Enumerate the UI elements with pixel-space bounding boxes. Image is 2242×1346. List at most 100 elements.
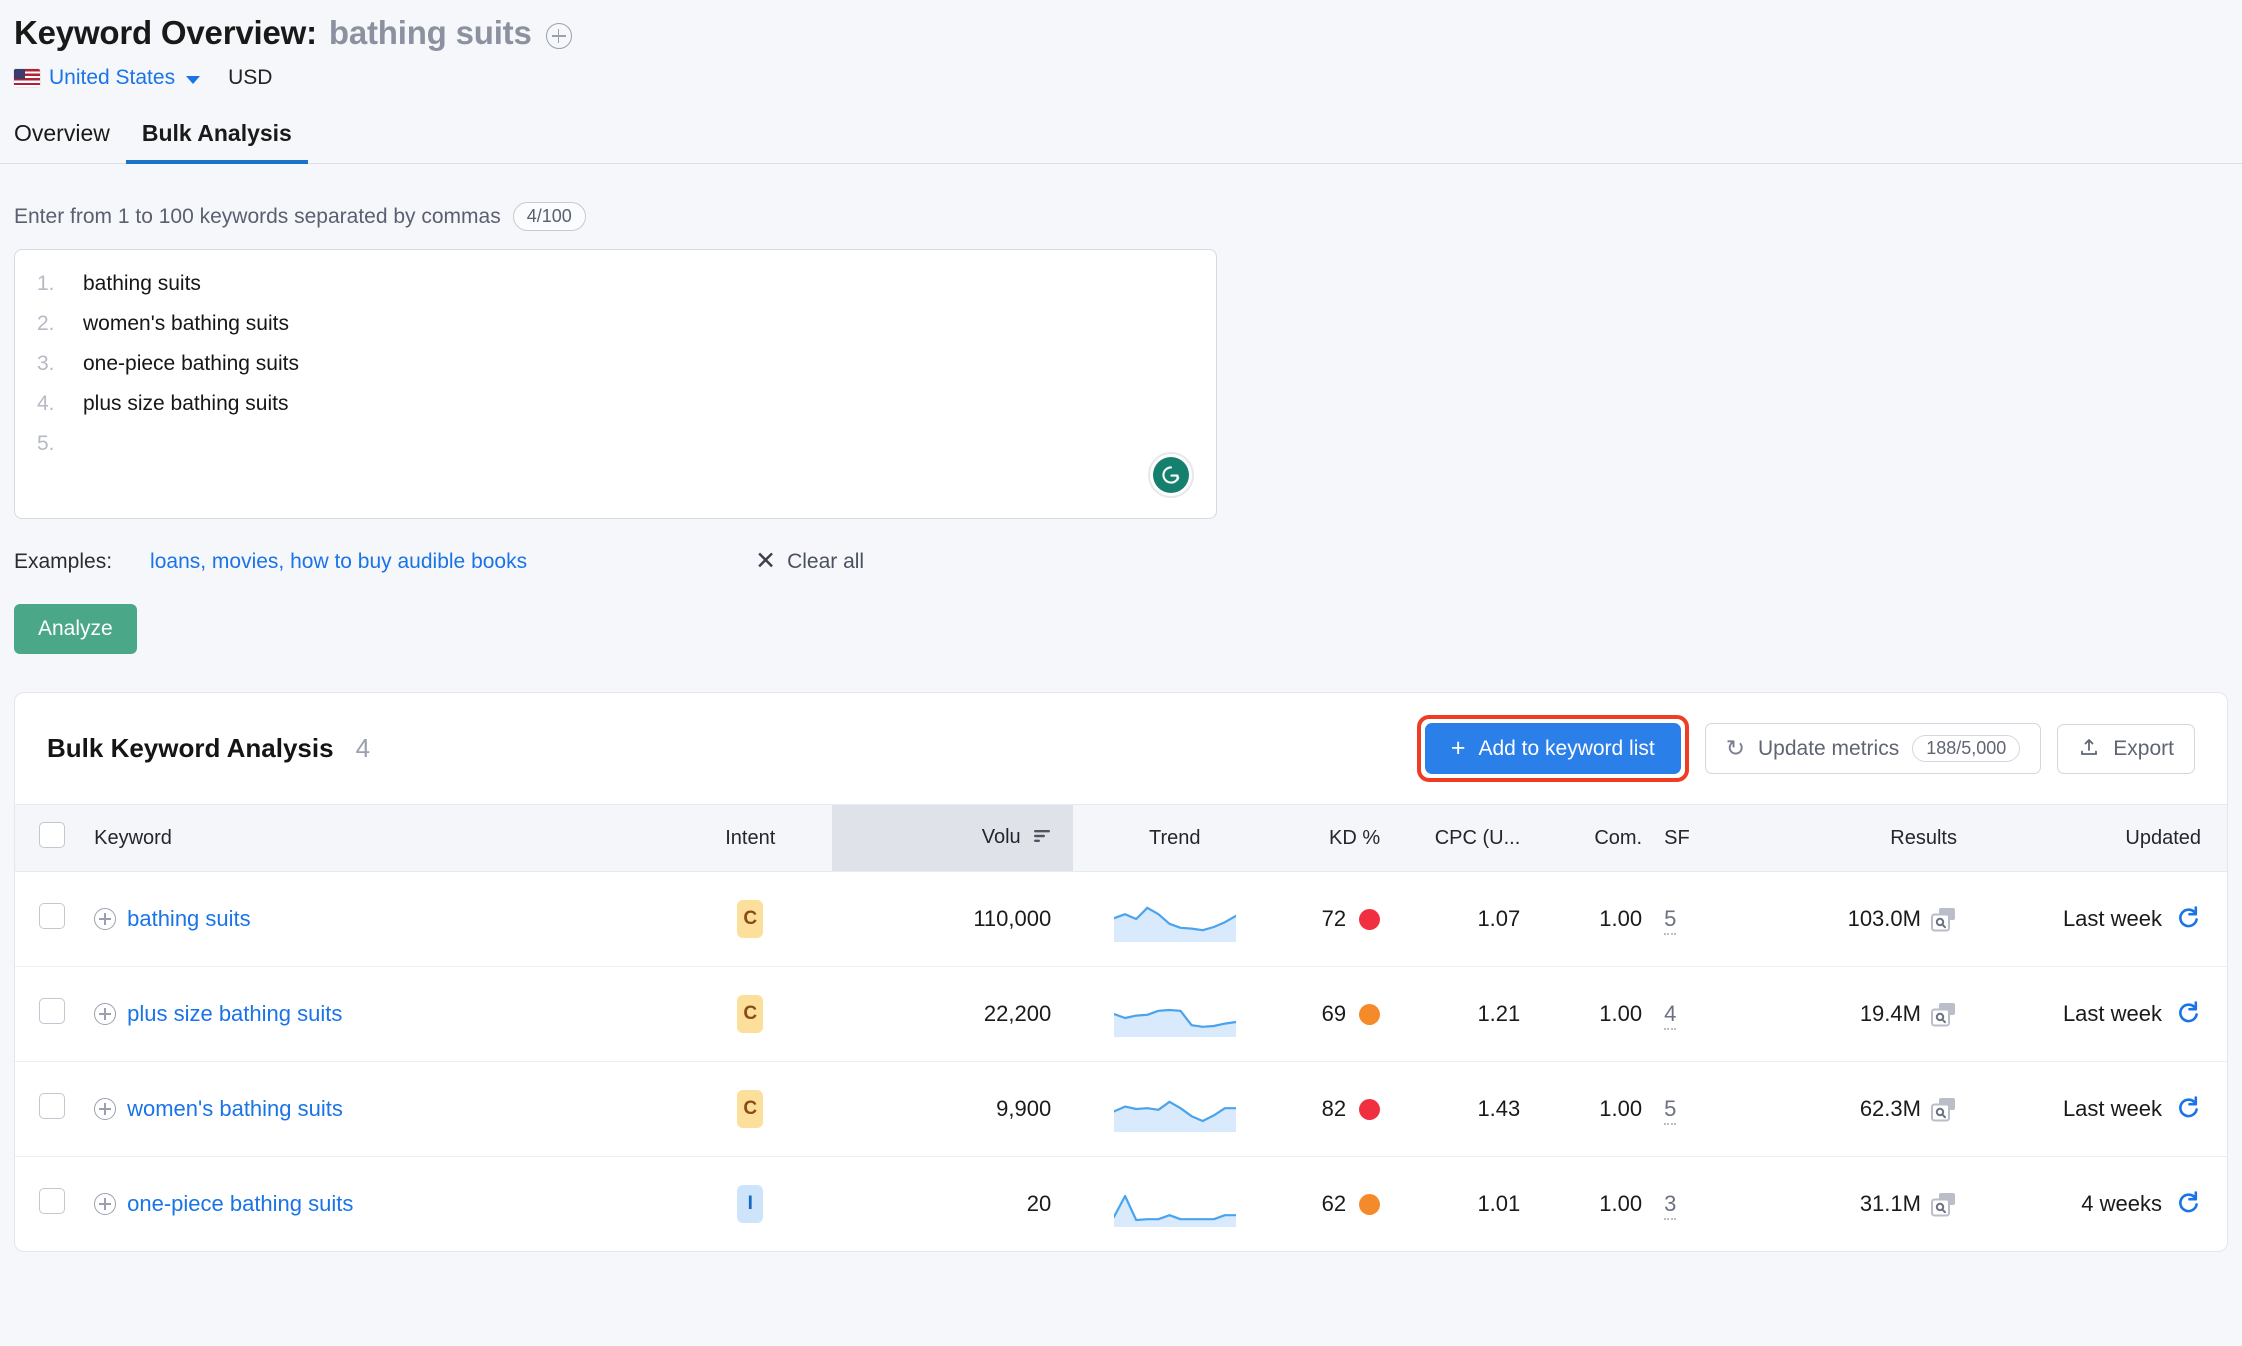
sf-value[interactable]: 3 xyxy=(1664,1191,1677,1220)
th-keyword[interactable]: Keyword xyxy=(88,804,670,872)
list-item: 2. women's bathing suits xyxy=(15,312,1216,352)
row-checkbox[interactable] xyxy=(38,998,65,1024)
competition-cell: 1.00 xyxy=(1599,1191,1643,1216)
country-selector[interactable]: United States xyxy=(14,66,201,90)
th-updated[interactable]: Updated xyxy=(1972,804,2227,872)
tab-bulk-analysis[interactable]: Bulk Analysis xyxy=(125,120,308,164)
th-kd[interactable]: KD % xyxy=(1276,804,1395,872)
us-flag-icon xyxy=(14,69,40,87)
row-checkbox[interactable] xyxy=(38,1093,65,1119)
chevron-down-icon[interactable] xyxy=(186,75,201,84)
line-text: bathing suits xyxy=(83,272,201,295)
intent-badge[interactable]: C xyxy=(737,900,764,938)
add-keyword-icon[interactable] xyxy=(94,1193,117,1215)
clear-all-label: Clear all xyxy=(787,549,865,573)
keyword-cell: plus size bathing suits xyxy=(88,966,670,1062)
competition-cell: 1.00 xyxy=(1534,1061,1657,1157)
th-sf[interactable]: SF xyxy=(1656,804,1750,872)
select-all-checkbox[interactable] xyxy=(38,822,65,848)
update-metrics-button[interactable]: ↻ Update metrics 188/5,000 xyxy=(1704,723,2042,774)
tab-overview[interactable]: Overview xyxy=(0,120,126,164)
add-keyword-icon[interactable] xyxy=(94,1003,117,1025)
export-button[interactable]: Export xyxy=(2057,723,2195,774)
th-volume[interactable]: Volu xyxy=(831,804,1074,872)
kd-cell: 72 xyxy=(1276,871,1395,967)
intent-cell: C xyxy=(669,966,832,1062)
refresh-row-icon[interactable] xyxy=(2175,999,2201,1029)
competition-cell: 1.00 xyxy=(1534,966,1657,1062)
line-number: 4. xyxy=(37,392,55,415)
refresh-icon: ↻ xyxy=(1725,735,1745,761)
close-icon: ✕ xyxy=(755,547,777,575)
results-value: 103.0M xyxy=(1847,906,1921,931)
keyword-link[interactable]: bathing suits xyxy=(127,906,251,932)
grammarly-icon[interactable] xyxy=(1148,452,1194,498)
serp-preview-icon[interactable] xyxy=(1930,1097,1957,1122)
keyword-counter: 4/100 xyxy=(512,202,586,231)
keyword-cell: one-piece bathing suits xyxy=(88,1157,669,1252)
add-keyword-icon[interactable] xyxy=(94,908,117,930)
analyze-button[interactable]: Analyze xyxy=(14,604,137,654)
table-row[interactable]: women's bathing suits C 9,900 82 1.43 1.00 5 62… xyxy=(15,1061,2227,1157)
keyword-link[interactable]: women's bathing suits xyxy=(127,1096,343,1122)
serp-preview-icon[interactable] xyxy=(1930,1192,1957,1217)
table-row[interactable]: bathing suits C 110,000 72 1.07 1.00 5 103.0M La… xyxy=(15,871,2227,967)
row-select-cell xyxy=(15,871,89,967)
page-title-keyword: bathing suits xyxy=(328,14,532,51)
page-title: Keyword Overview: bathing suits xyxy=(14,14,2242,52)
country-label: United States xyxy=(49,66,176,89)
sf-value[interactable]: 5 xyxy=(1664,906,1677,935)
th-trend[interactable]: Trend xyxy=(1073,804,1277,872)
th-competition[interactable]: Com. xyxy=(1534,804,1657,872)
kd-status-dot xyxy=(1359,1098,1381,1120)
volume-cell: 20 xyxy=(1026,1191,1052,1216)
table-row[interactable]: one-piece bathing suits I 20 62 1.01 1.00 3 31.… xyxy=(15,1157,2227,1252)
line-text: women's bathing suits xyxy=(83,312,289,335)
updated-cell: Last week xyxy=(1972,1061,2227,1157)
line-number: 5. xyxy=(37,432,55,455)
sf-value[interactable]: 5 xyxy=(1664,1096,1677,1125)
examples-row: Examples: loans, movies, how to buy audi… xyxy=(14,549,2228,574)
kd-cell: 69 xyxy=(1276,966,1395,1062)
updated-cell: Last week xyxy=(1972,871,2227,967)
intent-badge[interactable]: C xyxy=(737,995,764,1033)
add-to-keyword-list-button[interactable]: + Add to keyword list xyxy=(1424,723,1681,774)
list-item: 3. one-piece bathing suits xyxy=(15,352,1216,392)
list-item: 5. xyxy=(15,432,1216,472)
keyword-link[interactable]: plus size bathing suits xyxy=(127,1001,342,1027)
plus-circle-icon[interactable] xyxy=(545,23,572,49)
row-checkbox[interactable] xyxy=(38,903,65,929)
tab-bar: Overview Bulk Analysis xyxy=(0,120,2242,164)
keywords-textarea[interactable]: 1. bathing suits 2. women's bathing suit… xyxy=(14,249,1217,519)
updated-cell: 4 weeks xyxy=(1973,1157,2227,1252)
plus-icon: + xyxy=(1450,734,1466,762)
table-row[interactable]: plus size bathing suits C 22,200 69 1.21 1.00… xyxy=(15,966,2227,1062)
keyword-cell: bathing suits xyxy=(88,871,670,967)
clear-all-button[interactable]: ✕ Clear all xyxy=(755,549,864,574)
currency-label: USD xyxy=(228,66,273,89)
updated-cell: Last week xyxy=(1972,966,2227,1062)
volume-cell: 22,200 xyxy=(831,966,1074,1062)
th-cpc[interactable]: CPC (U... xyxy=(1394,804,1535,872)
upload-icon xyxy=(2078,736,2100,762)
kd-status-dot xyxy=(1359,908,1381,930)
th-results[interactable]: Results xyxy=(1749,804,1973,872)
th-intent[interactable]: Intent xyxy=(669,804,832,872)
refresh-row-icon[interactable] xyxy=(2175,1094,2201,1124)
refresh-row-icon[interactable] xyxy=(2175,904,2201,934)
sf-cell: 3 xyxy=(1656,1157,1749,1252)
keyword-input-section: Enter from 1 to 100 keywords separated b… xyxy=(0,202,2242,654)
intent-badge[interactable]: C xyxy=(737,1090,764,1128)
input-hint-row: Enter from 1 to 100 keywords separated b… xyxy=(14,202,2228,231)
serp-preview-icon[interactable] xyxy=(1930,907,1957,932)
sort-desc-icon xyxy=(1033,827,1051,850)
serp-preview-icon[interactable] xyxy=(1930,1002,1957,1027)
refresh-row-icon[interactable] xyxy=(2175,1189,2201,1219)
keyword-link[interactable]: one-piece bathing suits xyxy=(127,1191,353,1217)
row-checkbox[interactable] xyxy=(38,1188,65,1214)
add-keyword-icon[interactable] xyxy=(94,1098,117,1120)
examples-link[interactable]: loans, movies, how to buy audible books xyxy=(150,550,527,574)
sf-value[interactable]: 4 xyxy=(1664,1001,1677,1030)
intent-badge[interactable]: I xyxy=(737,1185,764,1223)
keyword-cell: women's bathing suits xyxy=(88,1061,670,1157)
